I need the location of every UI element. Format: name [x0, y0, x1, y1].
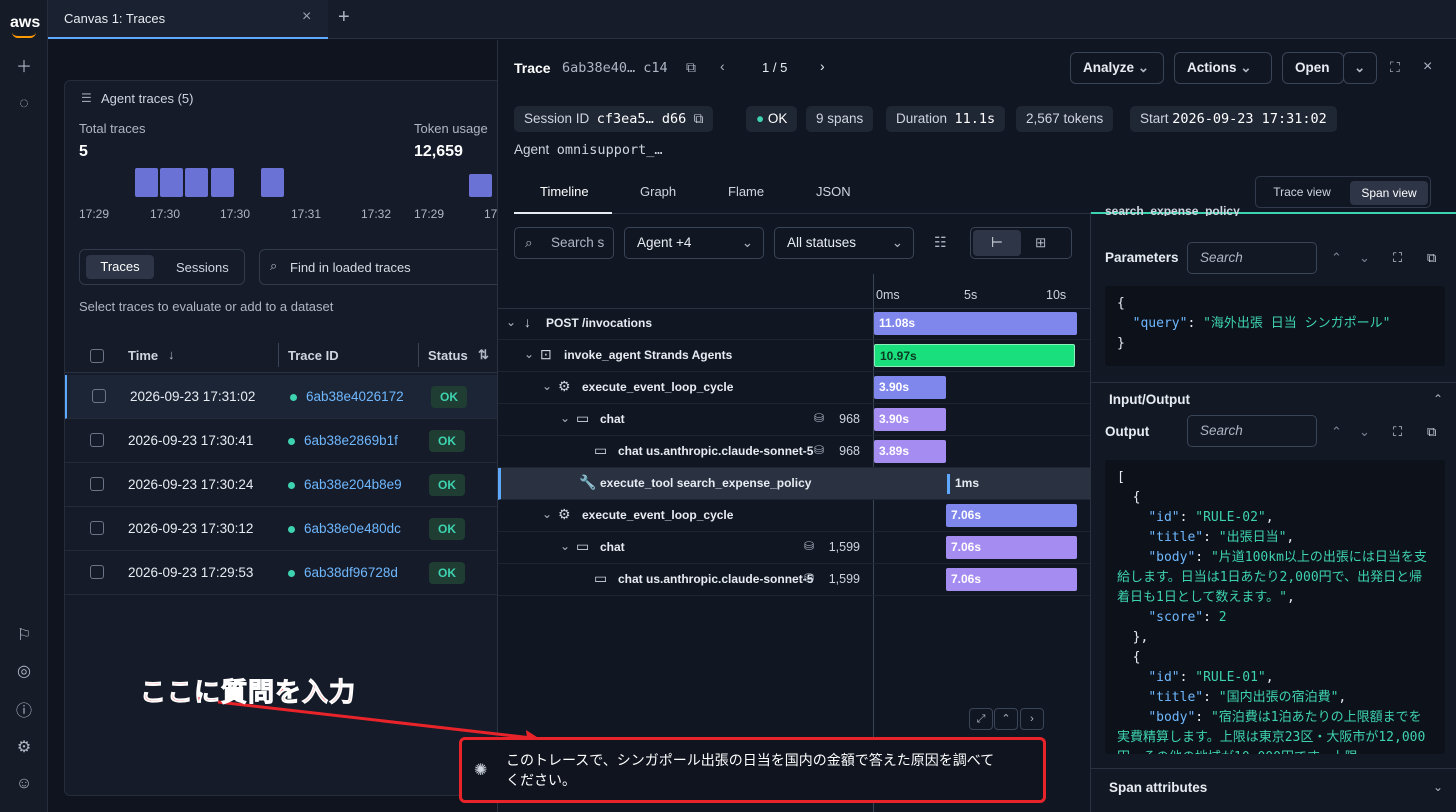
annotation-label: ここに質問を入力: [139, 677, 357, 708]
chat-input-box[interactable]: ✺ このトレースで、シンガポール出張の日当を国内の金額で答えた原因を調べてくださ…: [459, 737, 1046, 803]
assistant-icon: ✺: [474, 762, 488, 779]
chat-input-text[interactable]: このトレースで、シンガポール出張の日当を国内の金額で答えた原因を調べてください。: [506, 750, 1006, 790]
